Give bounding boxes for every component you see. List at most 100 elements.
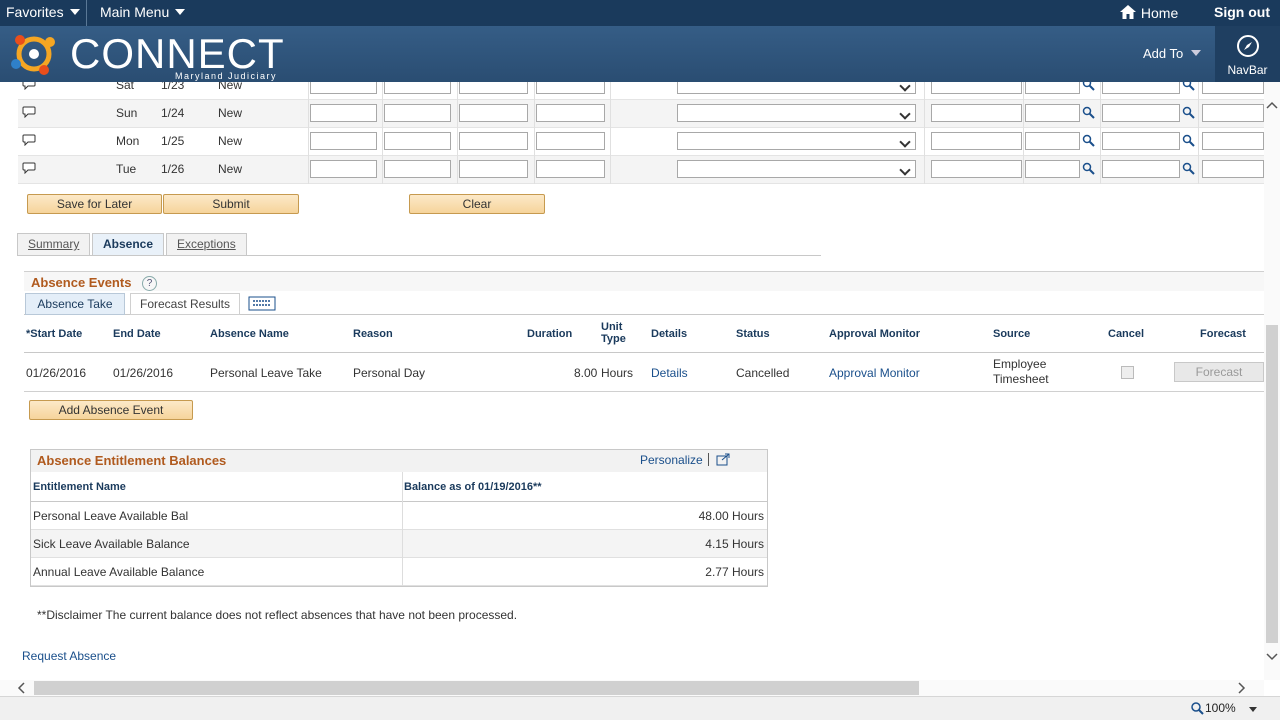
prompt-input[interactable] <box>1025 82 1080 94</box>
main-menu[interactable]: Main Menu <box>100 4 186 20</box>
divider <box>1198 82 1199 100</box>
prompt-input[interactable] <box>1102 160 1180 178</box>
tab-exceptions[interactable]: Exceptions <box>166 233 247 255</box>
search-icon[interactable] <box>1082 134 1095 147</box>
scrollbar-thumb[interactable] <box>1266 325 1278 643</box>
divider <box>402 558 403 586</box>
col-status: Status <box>736 328 770 340</box>
cancel-checkbox[interactable] <box>1121 366 1134 379</box>
details-link[interactable]: Details <box>651 366 688 380</box>
comment-icon[interactable] <box>22 134 36 146</box>
prompt-input[interactable] <box>1102 132 1180 150</box>
chevron-up-icon[interactable] <box>1264 98 1280 112</box>
search-icon[interactable] <box>1182 106 1195 119</box>
hours-input[interactable] <box>384 104 451 122</box>
taskgroup-input[interactable] <box>931 160 1022 178</box>
home-link[interactable]: Home <box>1119 4 1178 21</box>
grid-view-icon[interactable] <box>248 296 276 312</box>
col-duration: Duration <box>527 328 573 340</box>
comment-icon[interactable] <box>22 162 36 174</box>
add-absence-event-button[interactable]: Add Absence Event <box>29 400 193 420</box>
table-row: Personal Leave Available Bal 48.00 Hours <box>31 502 767 530</box>
search-icon[interactable] <box>1182 162 1195 175</box>
prompt-input[interactable] <box>1202 104 1264 122</box>
logo-icon <box>11 35 55 75</box>
source-line2: Timesheet <box>993 372 1049 386</box>
hours-input[interactable] <box>384 82 451 94</box>
submit-button[interactable]: Submit <box>163 194 299 214</box>
chevron-down-icon[interactable] <box>1264 650 1280 664</box>
hours-input[interactable] <box>310 82 377 94</box>
search-icon[interactable] <box>1082 162 1095 175</box>
prompt-input[interactable] <box>1025 132 1080 150</box>
request-absence-link[interactable]: Request Absence <box>22 649 116 663</box>
col-start-date: *Start Date <box>26 328 83 340</box>
subtab-absence-take[interactable]: Absence Take <box>25 293 125 315</box>
hours-input[interactable] <box>310 160 377 178</box>
time-reporting-code-select[interactable] <box>677 132 916 150</box>
divider <box>1023 128 1024 156</box>
banner: CONNECT Maryland Judiciary Add To NavBar <box>0 26 1280 82</box>
col-entitlement-name: Entitlement Name <box>33 481 126 493</box>
taskgroup-input[interactable] <box>931 104 1022 122</box>
hours-input[interactable] <box>459 160 528 178</box>
search-icon[interactable] <box>1182 82 1195 91</box>
chevron-left-icon[interactable] <box>14 680 28 696</box>
personalize-link[interactable]: Personalize <box>640 453 703 467</box>
comment-icon[interactable] <box>22 82 36 90</box>
forecast-button[interactable]: Forecast <box>1174 362 1264 382</box>
popout-icon[interactable] <box>716 453 731 466</box>
comment-icon[interactable] <box>22 106 36 118</box>
favorites-menu[interactable]: Favorites <box>6 4 80 20</box>
search-icon[interactable] <box>1082 82 1095 91</box>
prompt-input[interactable] <box>1202 160 1264 178</box>
subtab-forecast-results[interactable]: Forecast Results <box>130 293 240 315</box>
prompt-input[interactable] <box>1025 104 1080 122</box>
chevron-right-icon[interactable] <box>1235 680 1249 696</box>
hours-input[interactable] <box>536 82 605 94</box>
zoom-level[interactable]: 100% <box>1205 701 1236 715</box>
prompt-input[interactable] <box>1202 82 1264 94</box>
prompt-input[interactable] <box>1025 160 1080 178</box>
search-icon[interactable] <box>1182 134 1195 147</box>
hours-input[interactable] <box>459 132 528 150</box>
hours-input[interactable] <box>310 132 377 150</box>
divider <box>610 128 611 156</box>
hours-input[interactable] <box>310 104 377 122</box>
time-reporting-code-select[interactable] <box>677 160 916 178</box>
sign-out-link[interactable]: Sign out <box>1214 4 1270 20</box>
time-reporting-code-select[interactable] <box>677 82 916 94</box>
status-bar: 100% <box>0 696 1280 720</box>
hours-input[interactable] <box>384 132 451 150</box>
hours-input[interactable] <box>384 160 451 178</box>
search-icon[interactable] <box>1082 106 1095 119</box>
divider <box>1198 100 1199 128</box>
taskgroup-input[interactable] <box>931 132 1022 150</box>
hours-input[interactable] <box>536 104 605 122</box>
save-for-later-button[interactable]: Save for Later <box>27 194 162 214</box>
clear-button[interactable]: Clear <box>409 194 545 214</box>
help-icon[interactable]: ? <box>142 276 157 291</box>
add-to-menu[interactable]: Add To <box>1143 46 1202 61</box>
hours-input[interactable] <box>536 132 605 150</box>
balances-title: Absence Entitlement Balances <box>37 453 227 468</box>
navbar-button[interactable]: NavBar <box>1215 26 1280 82</box>
prompt-input[interactable] <box>1102 104 1180 122</box>
horizontal-scrollbar[interactable] <box>0 680 1264 696</box>
chevron-down-icon[interactable] <box>1249 707 1257 712</box>
approval-monitor-link[interactable]: Approval Monitor <box>829 366 920 380</box>
date-label: 1/24 <box>161 106 185 120</box>
prompt-input[interactable] <box>1102 82 1180 94</box>
hours-input[interactable] <box>459 82 528 94</box>
tab-summary[interactable]: Summary <box>17 233 91 255</box>
taskgroup-input[interactable] <box>931 82 1022 94</box>
time-reporting-code-select[interactable] <box>677 104 916 122</box>
hours-input[interactable] <box>536 160 605 178</box>
col-absence-name: Absence Name <box>210 328 289 340</box>
tab-absence[interactable]: Absence <box>92 233 165 255</box>
prompt-input[interactable] <box>1202 132 1264 150</box>
divider <box>610 156 611 184</box>
scrollbar-thumb[interactable] <box>34 681 919 695</box>
vertical-scrollbar[interactable] <box>1264 82 1280 680</box>
hours-input[interactable] <box>459 104 528 122</box>
